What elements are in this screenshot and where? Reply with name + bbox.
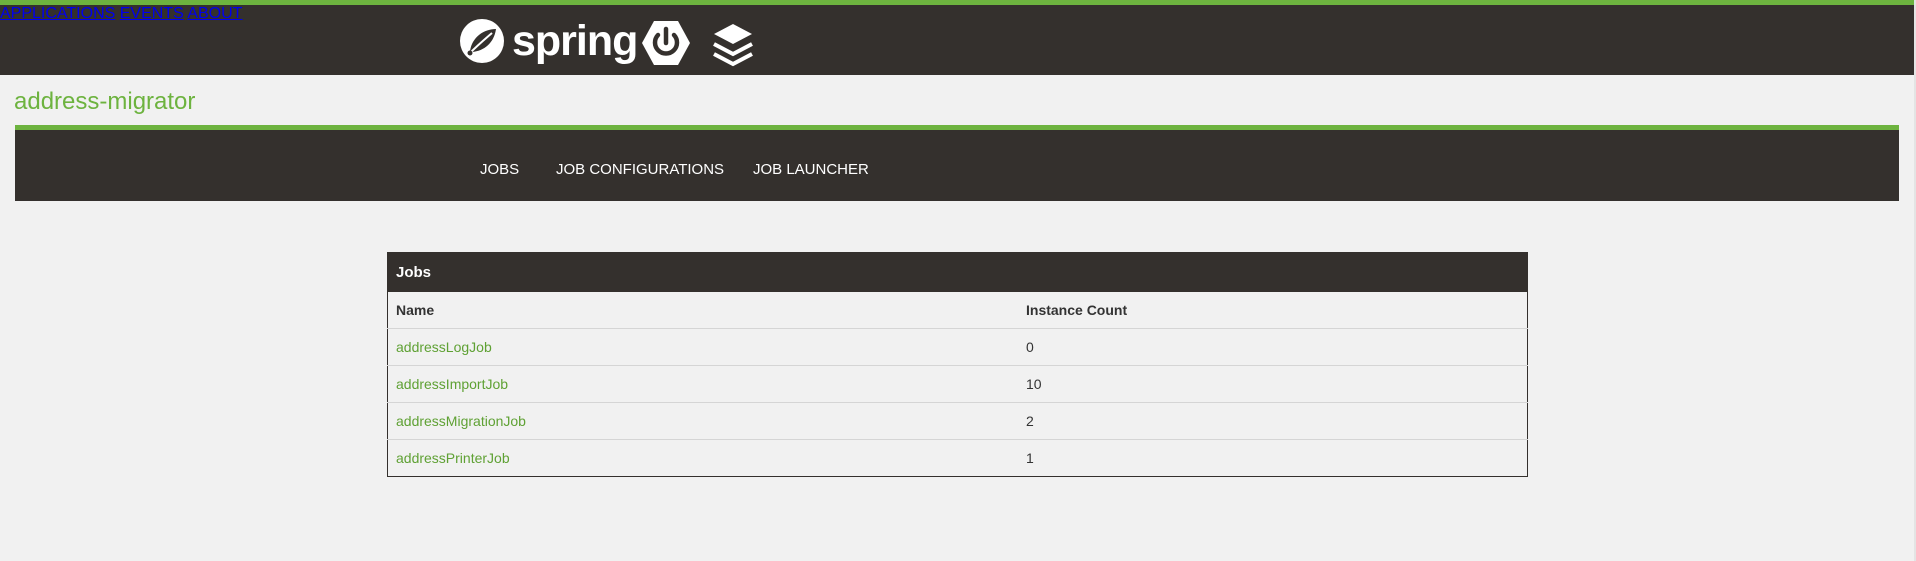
instance-count-cell: 0: [1018, 328, 1528, 366]
table-row: addressMigrationJob 2: [387, 402, 1528, 440]
job-name-cell: addressLogJob: [387, 328, 1018, 366]
job-link-address-log-job[interactable]: addressLogJob: [396, 339, 492, 355]
job-name-cell: addressImportJob: [387, 365, 1018, 403]
column-header-name: Name: [387, 292, 1018, 329]
spring-boot-power-icon[interactable]: [640, 17, 692, 69]
job-link-address-import-job[interactable]: addressImportJob: [396, 376, 508, 392]
subnav-jobs[interactable]: JOBS: [480, 161, 519, 178]
subnav-job-launcher[interactable]: JOB LAUNCHER: [753, 161, 869, 178]
app-subnavigation-bar: JOBS JOB CONFIGURATIONS JOB LAUNCHER: [15, 125, 1899, 201]
job-link-address-printer-job[interactable]: addressPrinterJob: [396, 450, 510, 466]
nav-events[interactable]: EVENTS: [120, 5, 184, 22]
instance-count-cell: 10: [1018, 365, 1528, 403]
spring-logo-text: spring: [512, 17, 638, 65]
jobs-panel-title: Jobs: [387, 252, 1528, 292]
top-navigation-bar: spring APPLICATIONS EVENTS ABOUT: [0, 0, 1916, 75]
spring-logo-link[interactable]: spring: [458, 17, 638, 65]
instance-count-cell: 1: [1026, 450, 1034, 466]
subnav-job-configurations[interactable]: JOB CONFIGURATIONS: [556, 161, 724, 178]
instance-count-cell: 2: [1018, 402, 1528, 440]
app-title: address-migrator: [14, 88, 196, 115]
table-row: addressImportJob 10: [387, 365, 1528, 403]
column-header-instance-count: Instance Count: [1018, 292, 1528, 329]
job-name-cell: addressPrinterJob: [388, 440, 1019, 477]
table-row: addressLogJob 0: [387, 328, 1528, 366]
nav-about[interactable]: ABOUT: [187, 5, 242, 22]
table-row: addressPrinterJob 1: [388, 440, 1528, 477]
spring-leaf-icon: [460, 19, 504, 63]
jobs-table: Jobs Name Instance Count addressLogJob 0…: [387, 252, 1528, 477]
layers-stack-icon[interactable]: [712, 22, 754, 68]
nav-applications[interactable]: APPLICATIONS: [0, 5, 115, 22]
job-link-address-migration-job[interactable]: addressMigrationJob: [396, 413, 526, 429]
job-name-cell: addressMigrationJob: [387, 402, 1018, 440]
